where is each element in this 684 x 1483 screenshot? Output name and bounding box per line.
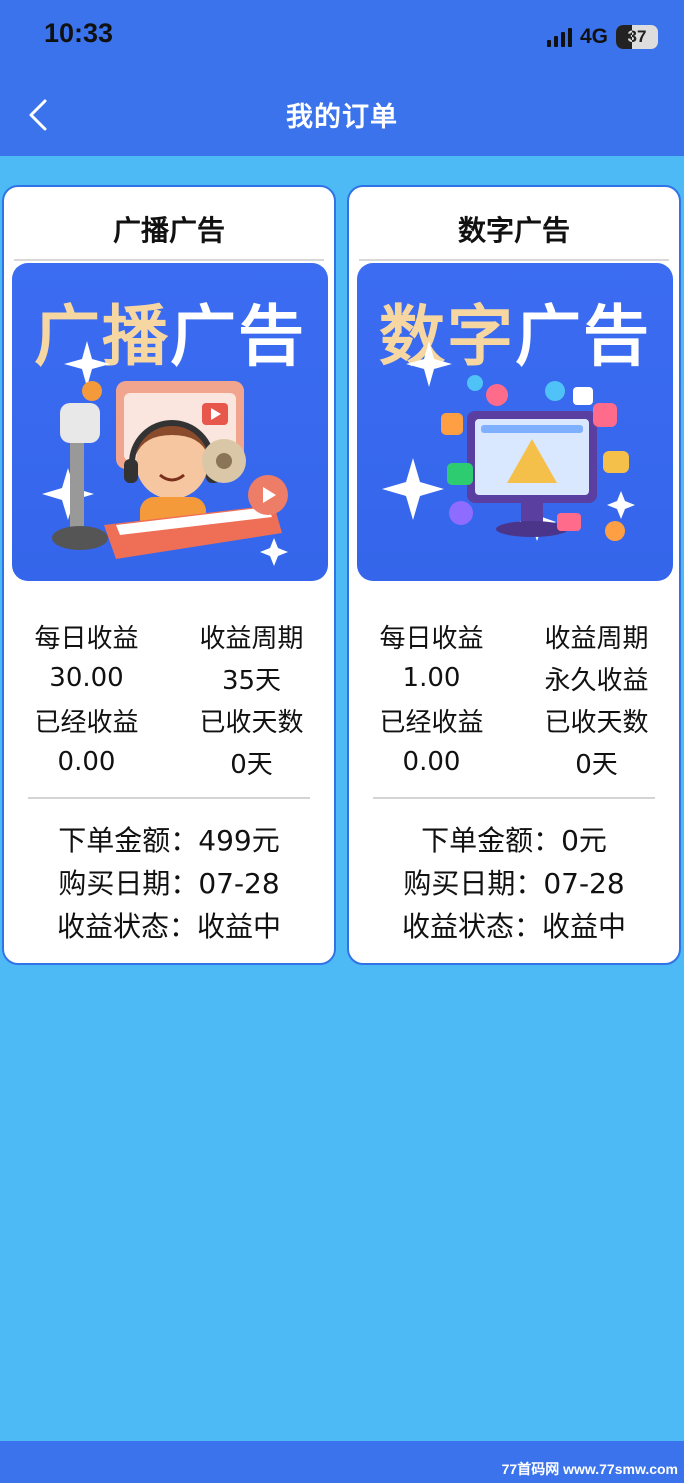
watermark: 77首码网 www.77smw.com: [501, 1461, 678, 1477]
income-stats: 每日收益 收益周期 30.00 35天 已经收益 已收天数 0.00 0天: [4, 615, 334, 783]
cycle-label: 收益周期: [199, 623, 304, 654]
battery-level: 37: [627, 27, 647, 46]
purchase-date: 购买日期：07-28: [58, 866, 280, 900]
days-received-value: 0天: [575, 749, 618, 780]
earned-label: 已经收益: [379, 707, 484, 738]
divider: [373, 797, 655, 799]
status-indicators: 4G 37: [546, 22, 658, 52]
income-stats: 每日收益 收益周期 1.00 永久收益 已经收益 已收天数 0.00 0天: [349, 615, 679, 783]
order-card-title: 广播广告: [112, 214, 225, 247]
battery-icon: 37: [616, 25, 658, 49]
order-amount: 下单金额：499元: [58, 823, 280, 857]
cycle-value: 永久收益: [544, 665, 649, 696]
order-info: 下单金额：499元 购买日期：07-28 收益状态：收益中: [4, 817, 334, 946]
divider: [359, 259, 669, 261]
days-received-label: 已收天数: [544, 707, 649, 738]
purchase-date: 购买日期：07-28: [403, 866, 625, 900]
status-time: 10:33: [44, 18, 114, 48]
days-received-label: 已收天数: [199, 707, 304, 738]
days-received-value: 0天: [230, 749, 273, 780]
computer-illustration: [382, 341, 635, 541]
earned-value: 0.00: [402, 747, 461, 777]
order-amount: 下单金额：0元: [421, 823, 607, 857]
top-header: 10:33 4G 37 我的订单: [0, 0, 684, 156]
daily-income-value: 30.00: [49, 663, 124, 693]
digital-ad-banner: 数字广告: [357, 263, 673, 581]
daily-income-label: 每日收益: [379, 623, 484, 654]
daily-income-value: 1.00: [402, 663, 461, 693]
order-info: 下单金额：0元 购买日期：07-28 收益状态：收益中: [349, 817, 679, 946]
earned-label: 已经收益: [34, 707, 139, 738]
divider: [28, 797, 310, 799]
divider: [14, 259, 324, 261]
signal-icon: [546, 27, 572, 47]
earned-value: 0.00: [57, 747, 116, 777]
broadcast-ad-banner: 广播广告: [12, 263, 328, 581]
bottom-bar: 77首码网 www.77smw.com: [0, 1441, 684, 1483]
order-card-digital-ad[interactable]: 数字广告 数字广告 每日收益 收益周期 1.00 永久收益 已经收益 已收天数 …: [347, 185, 681, 965]
cycle-label: 收益周期: [544, 623, 649, 654]
income-status: 收益状态：收益中: [401, 909, 626, 943]
cycle-value: 35天: [221, 665, 282, 696]
order-card-title: 数字广告: [457, 214, 570, 247]
daily-income-label: 每日收益: [34, 623, 139, 654]
income-status: 收益状态：收益中: [56, 909, 281, 943]
network-type: 4G: [579, 25, 608, 48]
page-title: 我的订单: [286, 102, 398, 133]
order-card-broadcast-ad[interactable]: 广播广告 广播广告 每日收益 收益周期 30.00 35天 已经收益 已收天数 …: [2, 185, 336, 965]
broadcaster-illustration: [42, 341, 288, 566]
